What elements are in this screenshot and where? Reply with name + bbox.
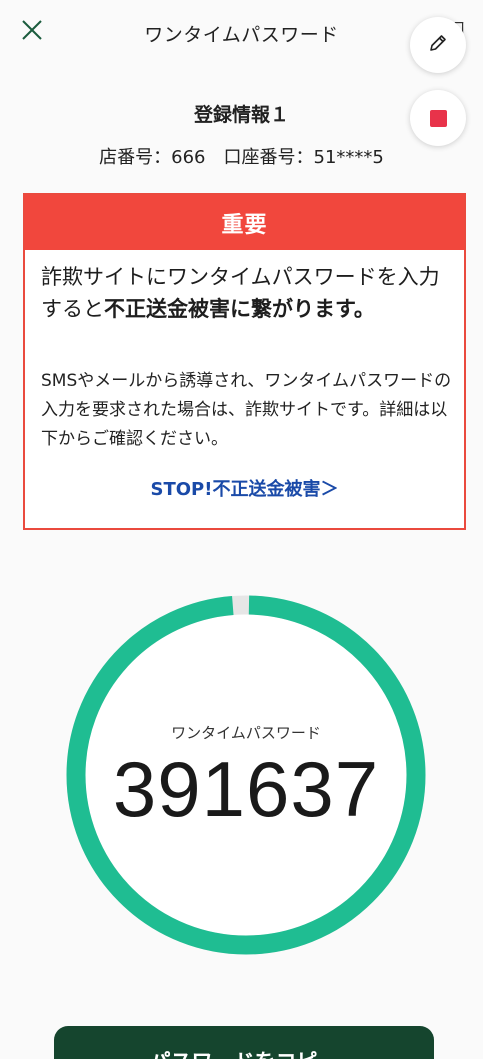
- otp-value: 391637: [112, 745, 380, 833]
- warning-heading: 重要: [25, 195, 464, 250]
- fraud-warning-box: 重要 詐欺サイトにワンタイムパスワードを入力すると不正送金被害に繋がります。 S…: [23, 193, 466, 530]
- warning-main-text: 詐欺サイトにワンタイムパスワードを入力すると不正送金被害に繋がります。: [41, 261, 456, 325]
- otp-label: ワンタイムパスワード: [171, 724, 321, 742]
- account-info: 店番号：666 口座番号：51****5: [99, 147, 384, 168]
- copy-password-button[interactable]: パスワードをコピー: [54, 1026, 434, 1059]
- warning-main-bold1: 不正送金被害に繋がりま: [104, 297, 335, 321]
- warning-sub-text: SMSやメールから誘導され、ワンタイムパスワードの入力を要求された場合は、詐欺サ…: [41, 371, 452, 449]
- pencil-icon: [428, 33, 448, 57]
- header-bar: ワンタイムパスワード: [0, 0, 483, 66]
- stop-fraud-link[interactable]: STOP!不正送金被害＞: [25, 475, 464, 501]
- edit-button[interactable]: [410, 17, 466, 73]
- warning-main-bold2: す。: [335, 297, 375, 321]
- otp-timer-ring: ワンタイムパスワード 391637: [65, 594, 427, 956]
- registration-title: 登録情報１: [193, 104, 289, 126]
